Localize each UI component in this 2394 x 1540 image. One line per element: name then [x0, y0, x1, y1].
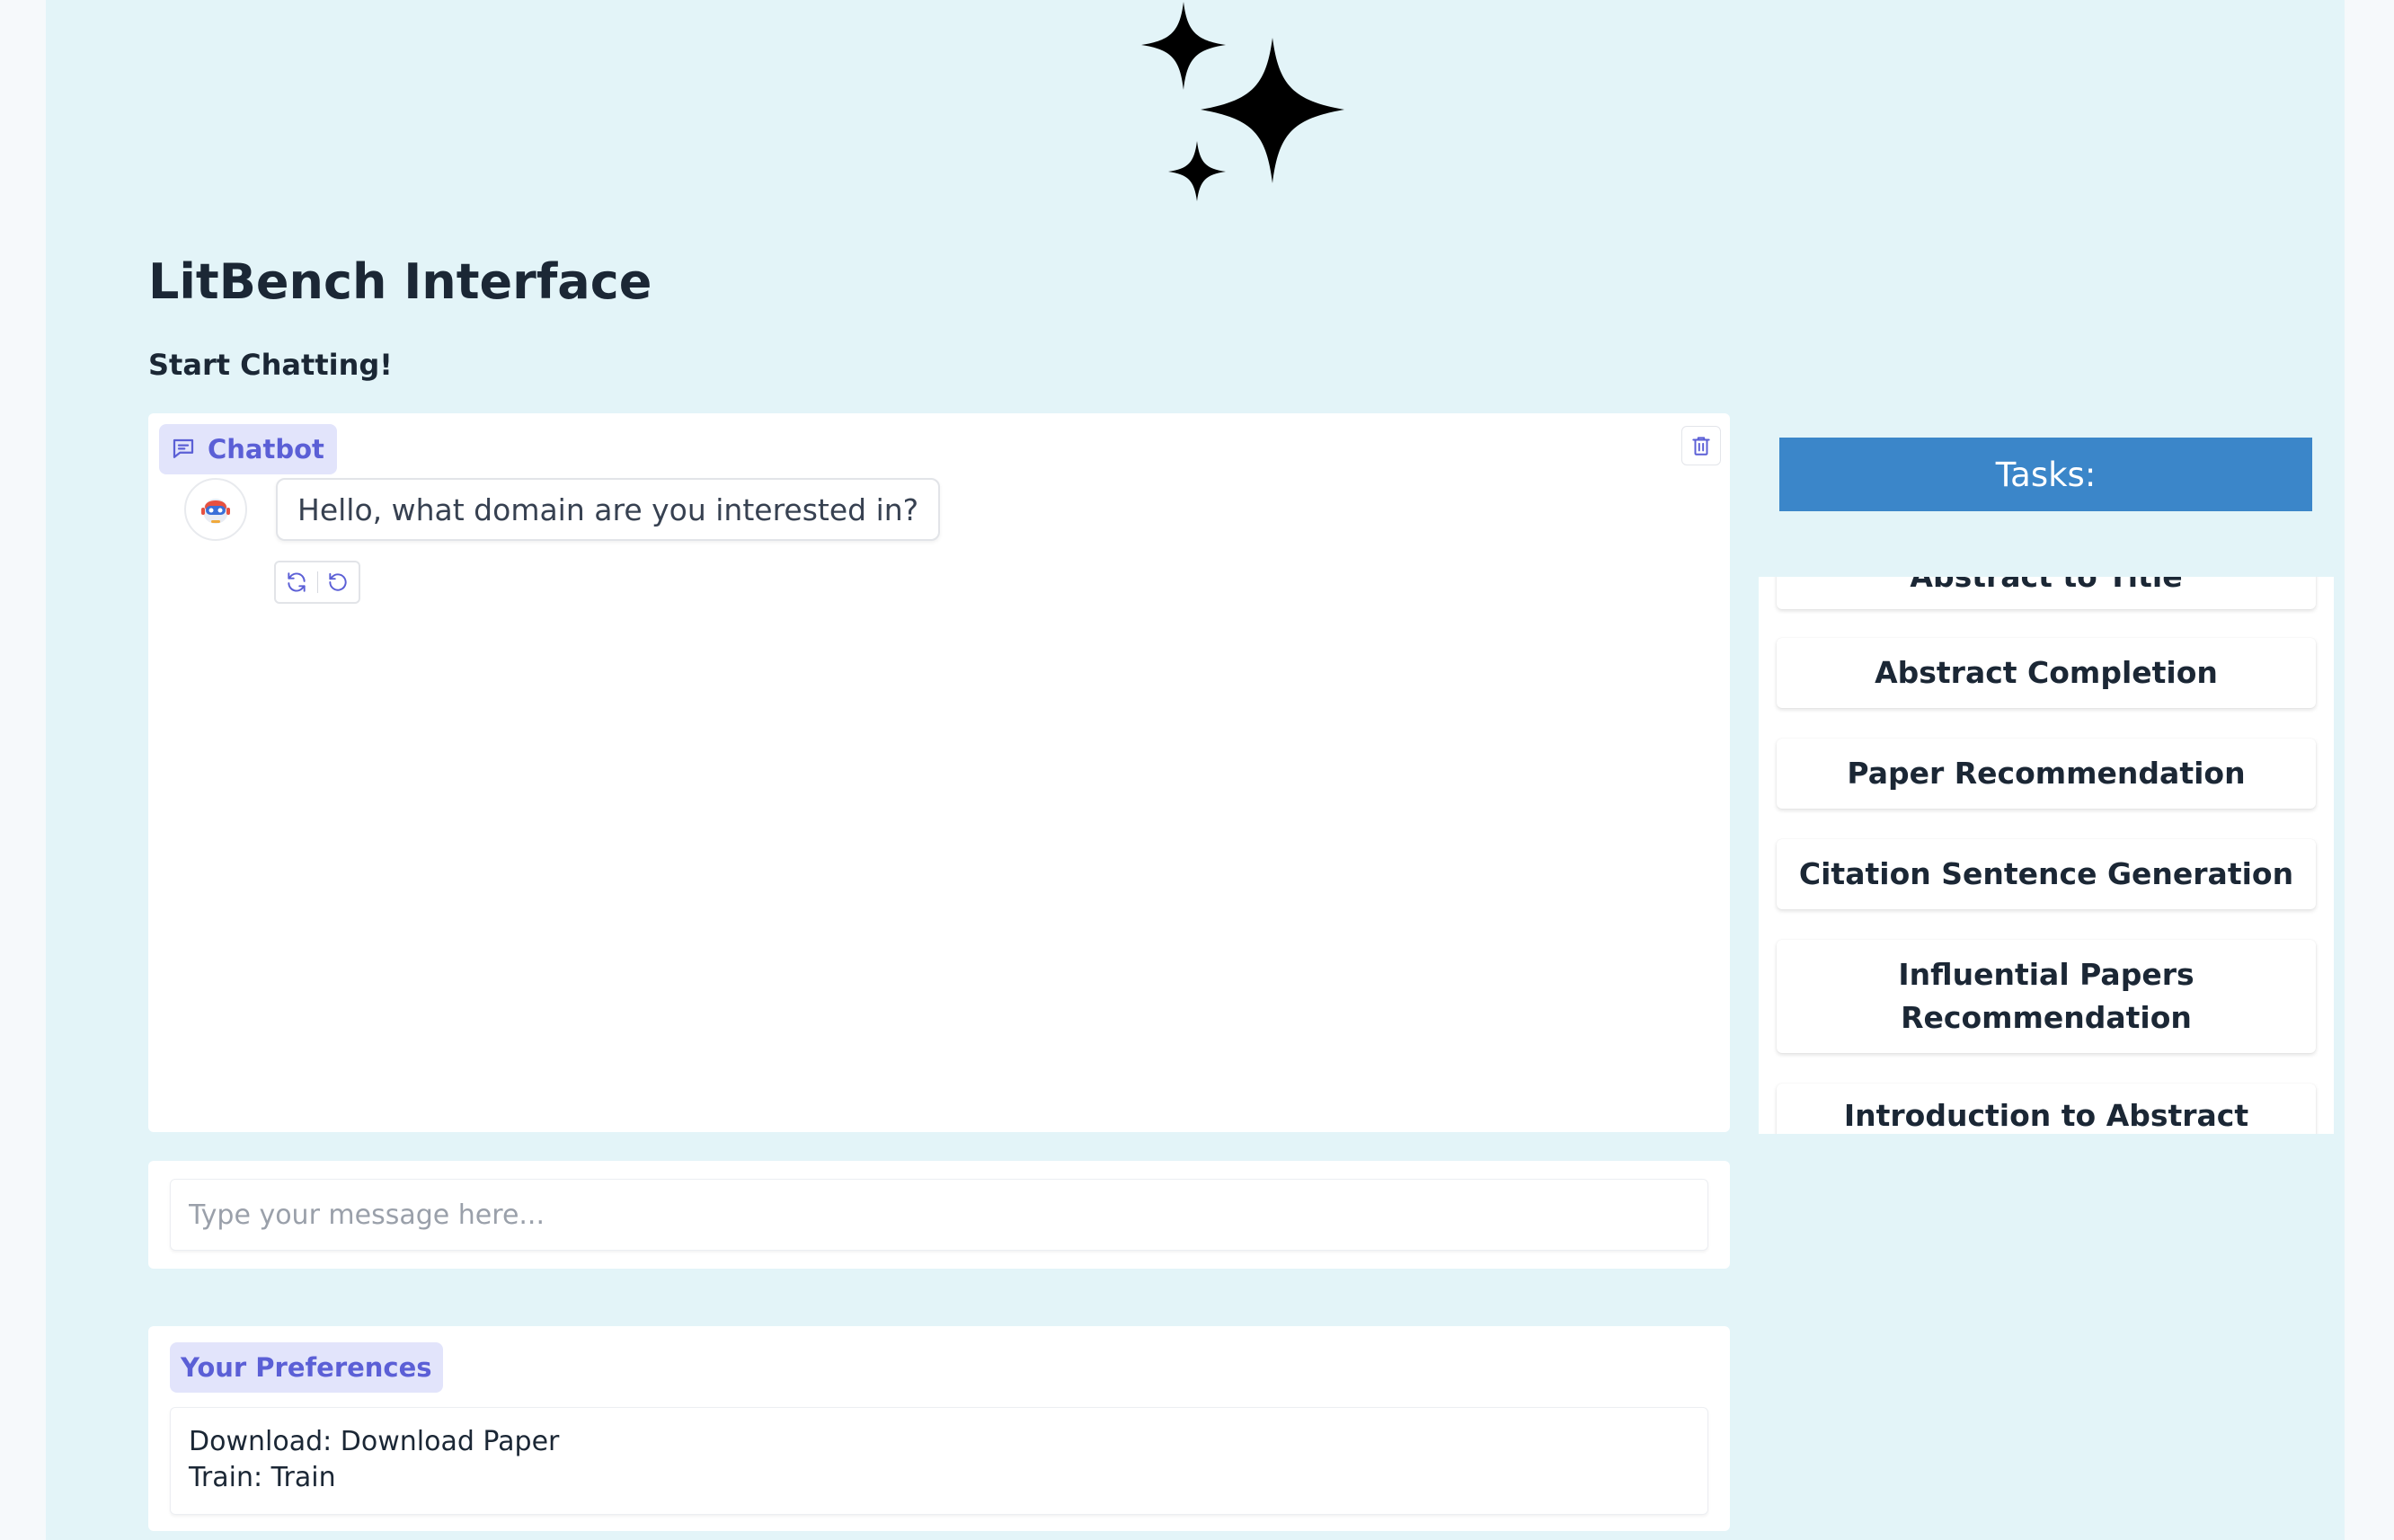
- trash-icon: [1692, 437, 1710, 456]
- message-actions: [274, 561, 360, 604]
- tasks-list[interactable]: Abstract to Title Abstract Completion Pa…: [1759, 577, 2334, 1134]
- undo-button[interactable]: [317, 562, 359, 602]
- preference-line: Train: Train: [189, 1462, 336, 1493]
- chatbot-label-text: Chatbot: [208, 434, 324, 465]
- task-button-paper-recommendation[interactable]: Paper Recommendation: [1777, 739, 2316, 809]
- task-button-citation-sentence-generation[interactable]: Citation Sentence Generation: [1777, 839, 2316, 909]
- refresh-icon: [288, 572, 306, 592]
- preference-line: Download: Download Paper: [189, 1426, 560, 1457]
- chatbot-label: Chatbot: [159, 424, 337, 474]
- clear-chat-button[interactable]: [1681, 426, 1721, 465]
- task-button-introduction-to-abstract[interactable]: Introduction to Abstract: [1777, 1084, 2316, 1134]
- robot-icon: [201, 499, 230, 524]
- sparkles-icon: [1141, 2, 1344, 201]
- message-input[interactable]: [170, 1179, 1708, 1251]
- undo-icon: [329, 572, 347, 591]
- task-button-abstract-to-title[interactable]: Abstract to Title: [1777, 577, 2316, 609]
- tasks-header: Tasks:: [1779, 438, 2312, 511]
- page-subtitle: Start Chatting!: [148, 348, 393, 382]
- message-input-panel: [148, 1161, 1730, 1269]
- bot-message: Hello, what domain are you interested in…: [276, 478, 941, 541]
- retry-button[interactable]: [276, 562, 317, 602]
- task-button-influential-papers-recommendation[interactable]: Influential Papers Recommendation: [1777, 940, 2316, 1053]
- chatbot-panel: Chatbot Hello, what domain are you inter…: [148, 413, 1730, 1132]
- preferences-textbox[interactable]: Download: Download Paper Train: Train: [170, 1407, 1708, 1515]
- page-title: LitBench Interface: [148, 253, 652, 310]
- task-button-abstract-completion[interactable]: Abstract Completion: [1777, 638, 2316, 708]
- bot-avatar: [184, 478, 247, 541]
- app-container: LitBench Interface Start Chatting! Chatb…: [46, 0, 2345, 1540]
- chat-bubble-icon: [173, 438, 194, 458]
- preferences-panel: Your Preferences Download: Download Pape…: [148, 1326, 1730, 1531]
- preferences-label: Your Preferences: [170, 1342, 443, 1393]
